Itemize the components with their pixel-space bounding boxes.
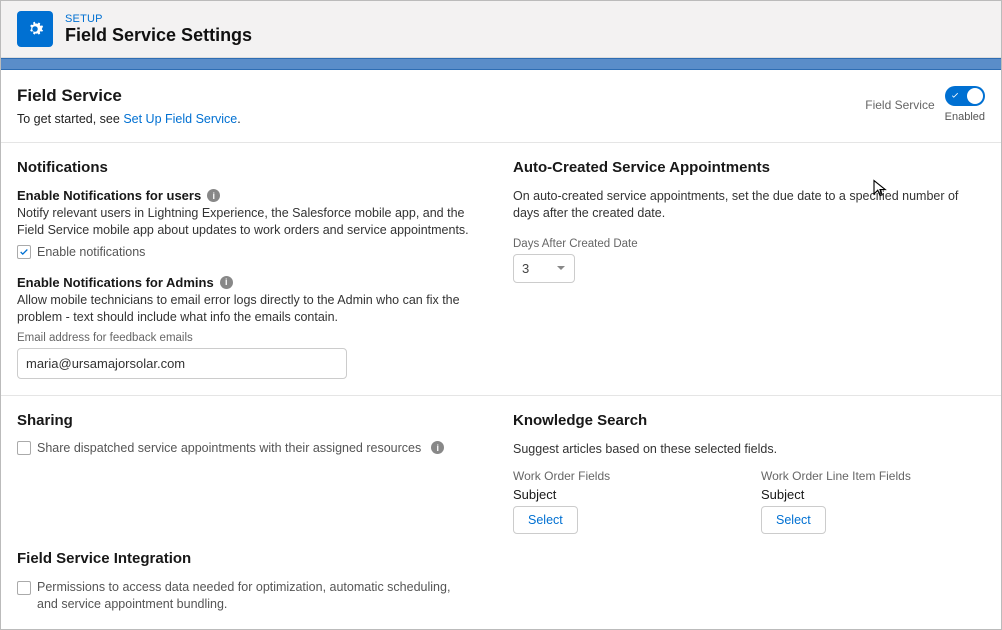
notifications-column: Notifications Enable Notifications for u… bbox=[17, 159, 489, 379]
enable-notifications-checkbox[interactable] bbox=[17, 245, 31, 259]
auto-appointments-column: Auto-Created Service Appointments On aut… bbox=[513, 159, 985, 379]
page-title: Field Service Settings bbox=[65, 25, 252, 46]
info-icon[interactable]: i bbox=[431, 441, 444, 454]
knowledge-column: Knowledge Search Suggest articles based … bbox=[513, 412, 985, 535]
work-order-line-select-button[interactable]: Select bbox=[761, 506, 826, 534]
feedback-email-label: Email address for feedback emails bbox=[17, 332, 489, 344]
setup-field-service-link[interactable]: Set Up Field Service bbox=[123, 112, 237, 126]
work-order-line-fields-label: Work Order Line Item Fields bbox=[761, 469, 985, 483]
work-order-field-value: Subject bbox=[513, 487, 737, 502]
chevron-down-icon bbox=[556, 263, 566, 273]
toggle-side-label: Field Service bbox=[865, 98, 934, 112]
breadcrumb: SETUP bbox=[65, 13, 252, 25]
field-service-helper: To get started, see Set Up Field Service… bbox=[17, 112, 241, 126]
work-order-select-button[interactable]: Select bbox=[513, 506, 578, 534]
field-service-section: Field Service To get started, see Set Up… bbox=[1, 70, 1001, 143]
sharing-knowledge-section: Sharing Share dispatched service appoint… bbox=[1, 396, 1001, 630]
field-service-toggle[interactable] bbox=[945, 86, 985, 106]
notif-admins-desc: Allow mobile technicians to email error … bbox=[17, 292, 489, 326]
page-header: SETUP Field Service Settings bbox=[1, 1, 1001, 58]
gear-icon bbox=[17, 11, 53, 47]
toggle-state-label: Enabled bbox=[945, 111, 985, 123]
knowledge-desc: Suggest articles based on these selected… bbox=[513, 441, 985, 458]
feedback-email-input[interactable] bbox=[17, 348, 347, 379]
notifications-appointments-section: Notifications Enable Notifications for u… bbox=[1, 143, 1001, 396]
field-service-heading: Field Service bbox=[17, 86, 241, 106]
info-icon[interactable]: i bbox=[207, 189, 220, 202]
info-icon[interactable]: i bbox=[220, 276, 233, 289]
auto-appointments-desc: On auto-created service appointments, se… bbox=[513, 188, 985, 222]
integration-heading: Field Service Integration bbox=[17, 550, 489, 567]
notifications-heading: Notifications bbox=[17, 159, 489, 176]
integration-permissions-checkbox[interactable] bbox=[17, 581, 31, 595]
days-after-label: Days After Created Date bbox=[513, 238, 985, 250]
share-dispatched-checkbox[interactable] bbox=[17, 441, 31, 455]
notif-users-title: Enable Notifications for users i bbox=[17, 188, 489, 203]
integration-column: Field Service Integration Permissions to… bbox=[17, 550, 489, 613]
auto-appointments-heading: Auto-Created Service Appointments bbox=[513, 159, 985, 176]
integration-permissions-label: Permissions to access data needed for op… bbox=[37, 579, 467, 613]
enable-notifications-label: Enable notifications bbox=[37, 245, 145, 259]
work-order-line-field-value: Subject bbox=[761, 487, 985, 502]
work-order-fields-label: Work Order Fields bbox=[513, 469, 737, 483]
divider-band bbox=[1, 58, 1001, 70]
sharing-heading: Sharing bbox=[17, 412, 489, 429]
days-after-select[interactable]: 3 bbox=[513, 254, 575, 283]
notif-users-desc: Notify relevant users in Lightning Exper… bbox=[17, 205, 489, 239]
share-dispatched-label: Share dispatched service appointments wi… bbox=[37, 441, 421, 455]
sharing-column: Sharing Share dispatched service appoint… bbox=[17, 412, 489, 535]
knowledge-heading: Knowledge Search bbox=[513, 412, 985, 429]
notif-admins-title: Enable Notifications for Admins i bbox=[17, 275, 489, 290]
